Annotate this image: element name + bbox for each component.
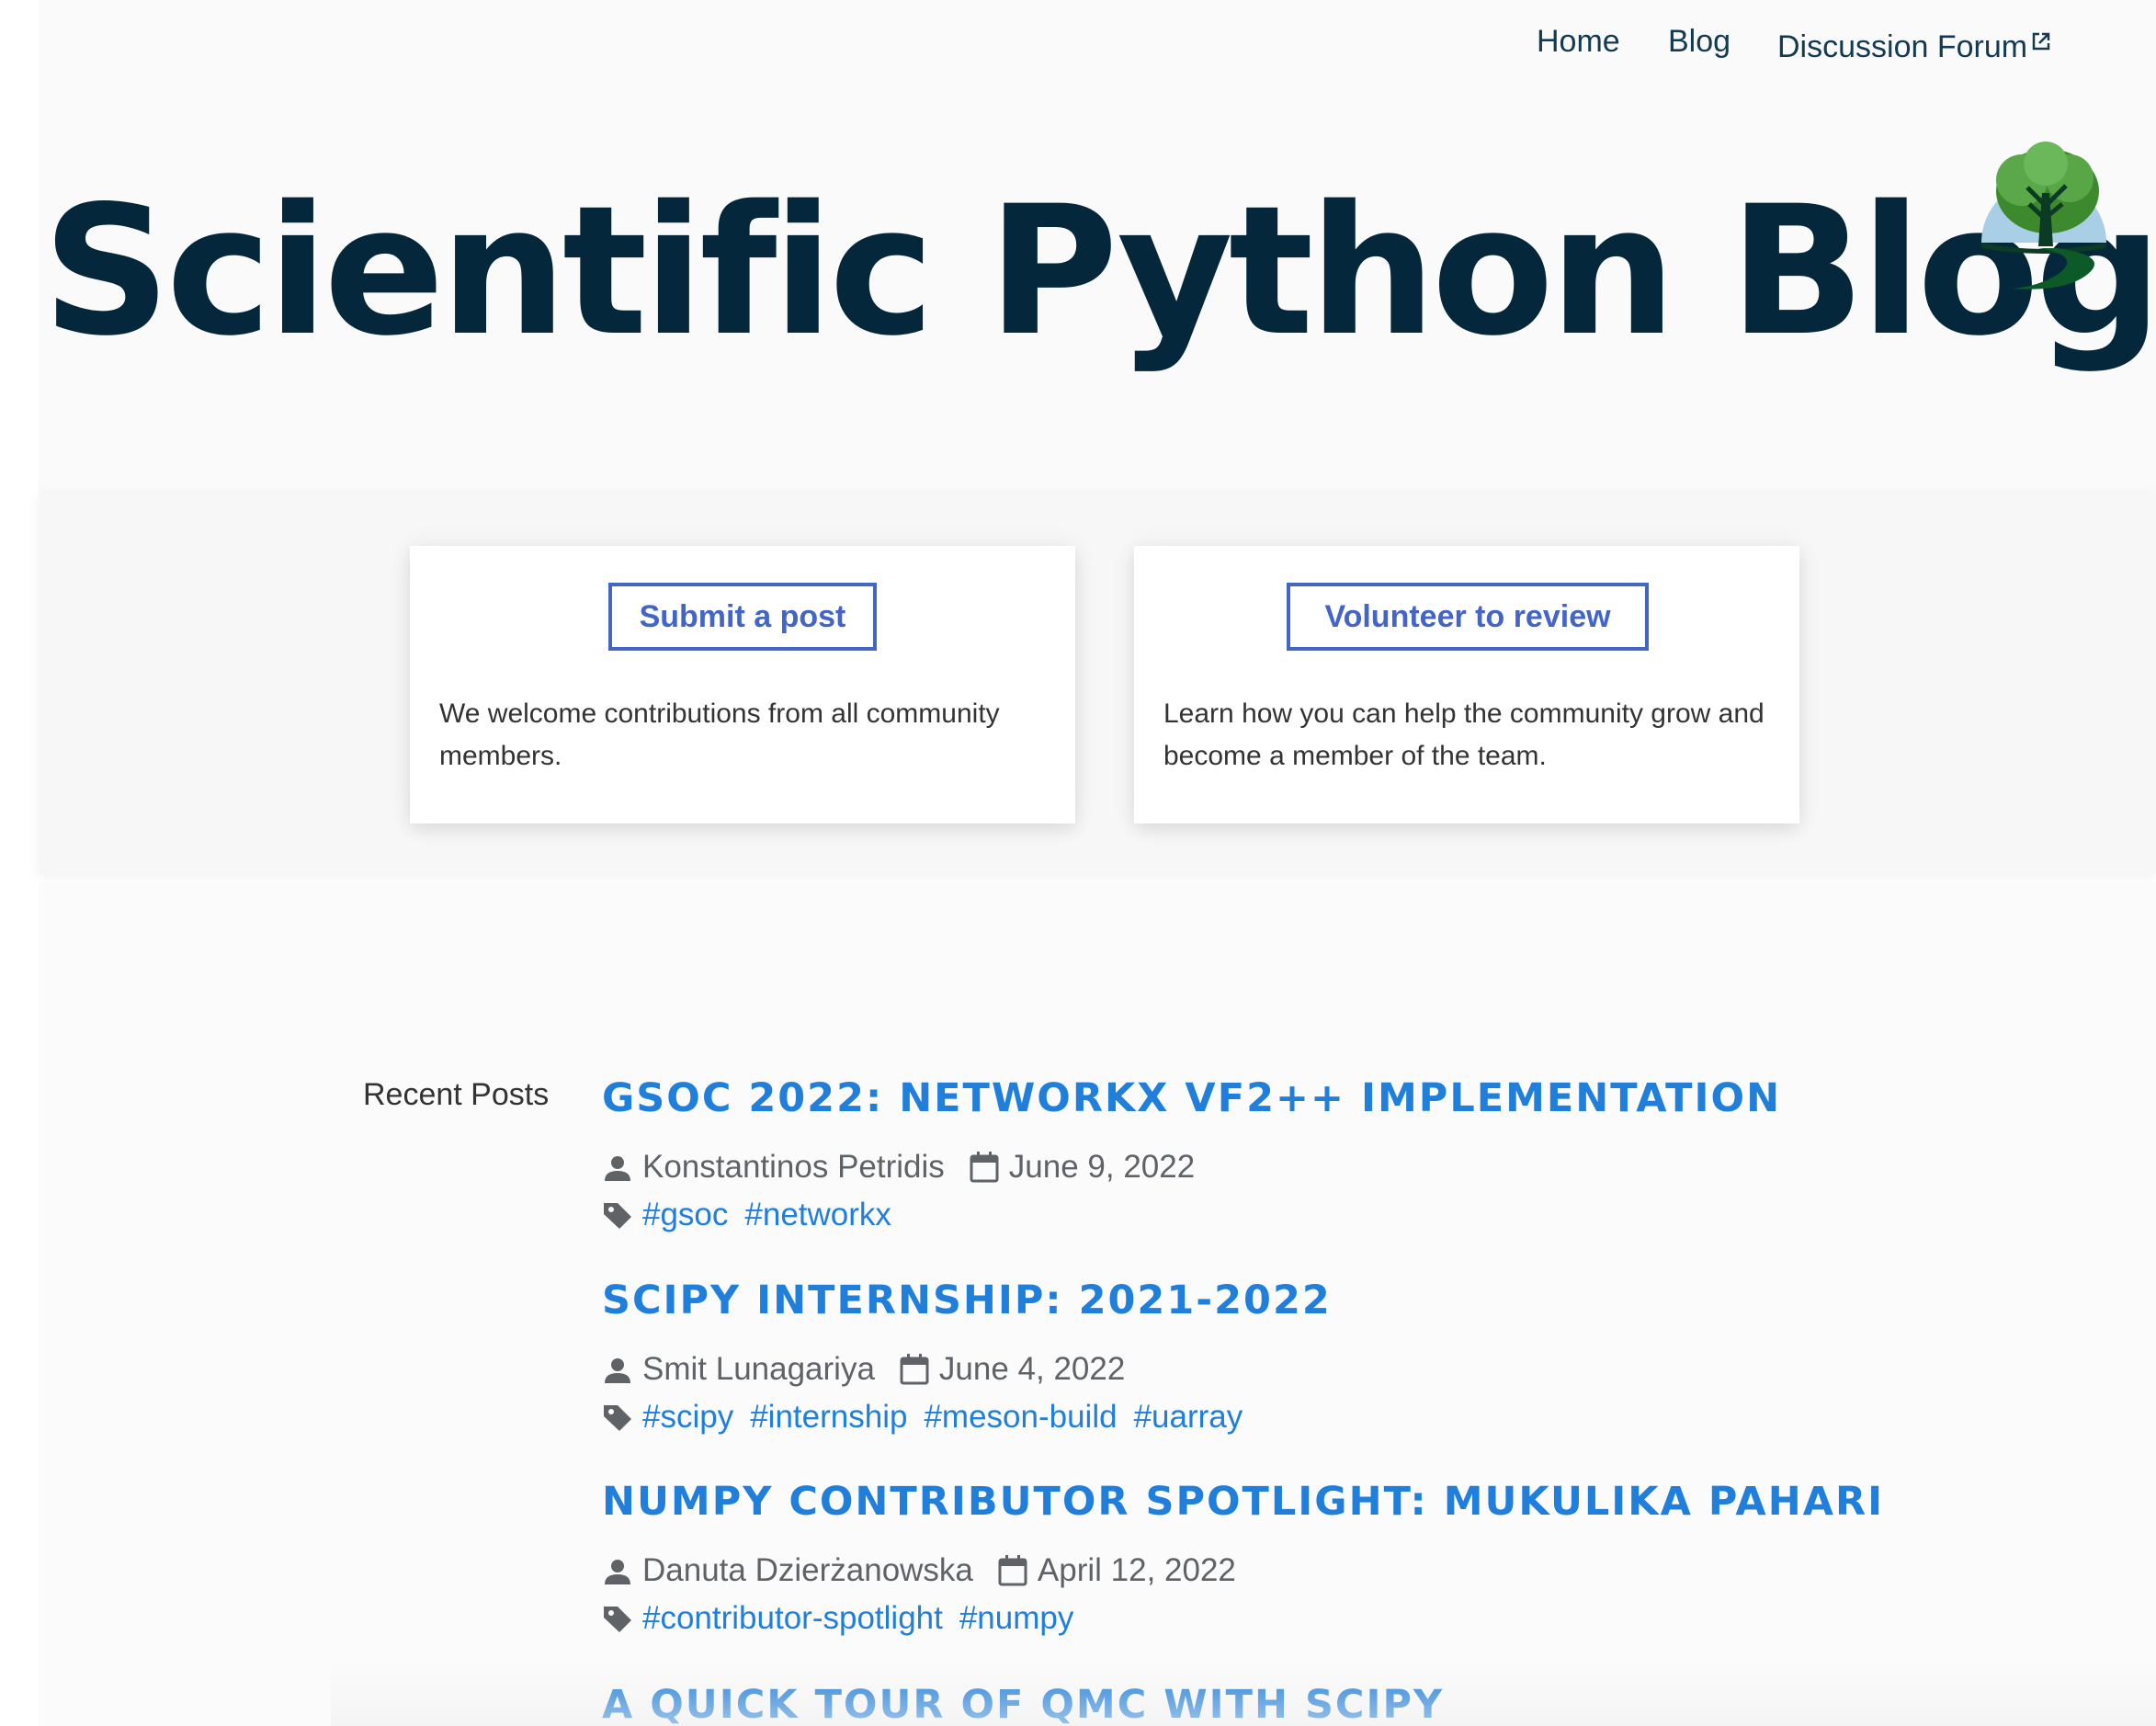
post-item: GSOC 2022: NETWORKX VF2++ IMPLEMENTATION… xyxy=(602,1079,1889,1233)
tag-icon xyxy=(602,1602,633,1635)
person-icon xyxy=(602,1353,633,1386)
post-meta: Smit Lunagariya June 4, 2022 xyxy=(602,1351,1125,1388)
calendar-icon xyxy=(997,1554,1028,1587)
post-meta: Konstantinos Petridis June 9, 2022 xyxy=(602,1149,1195,1186)
tag-icon xyxy=(602,1401,633,1434)
post-author: Konstantinos Petridis xyxy=(642,1149,945,1185)
tag-link[interactable]: #networkx xyxy=(744,1197,891,1233)
volunteer-description: Learn how you can help the community gro… xyxy=(1163,698,1765,771)
nav-forum-link[interactable]: Discussion Forum xyxy=(1777,24,2051,65)
post-tags: #scipy #internship #meson-build #uarray xyxy=(602,1399,1259,1436)
calendar-icon xyxy=(969,1151,1000,1184)
post-item: SCIPY INTERNSHIP: 2021-2022 Smit Lunagar… xyxy=(602,1281,1889,1436)
tag-icon xyxy=(602,1198,633,1232)
person-icon xyxy=(602,1554,633,1587)
tree-logo-icon xyxy=(1974,140,2114,298)
volunteer-to-review-button[interactable]: Volunteer to review xyxy=(1287,583,1649,651)
page: Home Blog Discussion Forum Scientific Py… xyxy=(0,0,2156,1726)
nav-blog-link[interactable]: Blog xyxy=(1668,24,1730,60)
post-item: NUMPY CONTRIBUTOR SPOTLIGHT: MUKULIKA PA… xyxy=(602,1482,1889,1637)
nav-home-link[interactable]: Home xyxy=(1537,24,1620,60)
tag-link[interactable]: #internship xyxy=(750,1399,907,1436)
post-title-link[interactable]: NUMPY CONTRIBUTOR SPOTLIGHT: MUKULIKA PA… xyxy=(602,1482,1889,1522)
post-author: Smit Lunagariya xyxy=(642,1351,875,1387)
tag-link[interactable]: #uarray xyxy=(1134,1399,1243,1436)
tag-link[interactable]: #gsoc xyxy=(642,1197,728,1233)
calendar-icon xyxy=(899,1353,930,1386)
tag-link[interactable]: #contributor-spotlight xyxy=(642,1600,943,1637)
submit-post-card: Submit a post We welcome contributions f… xyxy=(410,546,1075,823)
tag-link[interactable]: #scipy xyxy=(642,1399,733,1436)
post-title-link[interactable]: GSOC 2022: NETWORKX VF2++ IMPLEMENTATION xyxy=(602,1079,1889,1118)
post-date: June 9, 2022 xyxy=(1008,1149,1196,1185)
submit-post-description: We welcome contributions from all commun… xyxy=(439,698,1000,771)
recent-posts-heading: Recent Posts xyxy=(363,1077,550,1112)
tag-link[interactable]: #meson-build xyxy=(924,1399,1117,1436)
post-meta: Danuta Dzierżanowska April 12, 2022 xyxy=(602,1552,1236,1589)
volunteer-card: Volunteer to review Learn how you can he… xyxy=(1134,546,1799,823)
post-title-link[interactable]: A QUICK TOUR OF QMC WITH SCIPY xyxy=(602,1686,1889,1725)
post-tags: #gsoc #networkx xyxy=(602,1197,908,1233)
external-link-icon xyxy=(2031,24,2051,60)
post-date: June 4, 2022 xyxy=(938,1351,1126,1387)
post-date: April 12, 2022 xyxy=(1037,1552,1236,1588)
submit-post-button[interactable]: Submit a post xyxy=(608,583,877,651)
post-title-link[interactable]: SCIPY INTERNSHIP: 2021-2022 xyxy=(602,1281,1889,1321)
site-title: Scientific Python Blog xyxy=(42,167,2156,375)
post-item: A QUICK TOUR OF QMC WITH SCIPY xyxy=(602,1686,1889,1725)
nav-forum-label: Discussion Forum xyxy=(1777,29,2028,64)
post-tags: #contributor-spotlight #numpy xyxy=(602,1600,1090,1637)
hero-band xyxy=(39,492,2156,873)
tag-link[interactable]: #numpy xyxy=(959,1600,1074,1637)
post-author: Danuta Dzierżanowska xyxy=(642,1552,973,1588)
person-icon xyxy=(602,1151,633,1184)
